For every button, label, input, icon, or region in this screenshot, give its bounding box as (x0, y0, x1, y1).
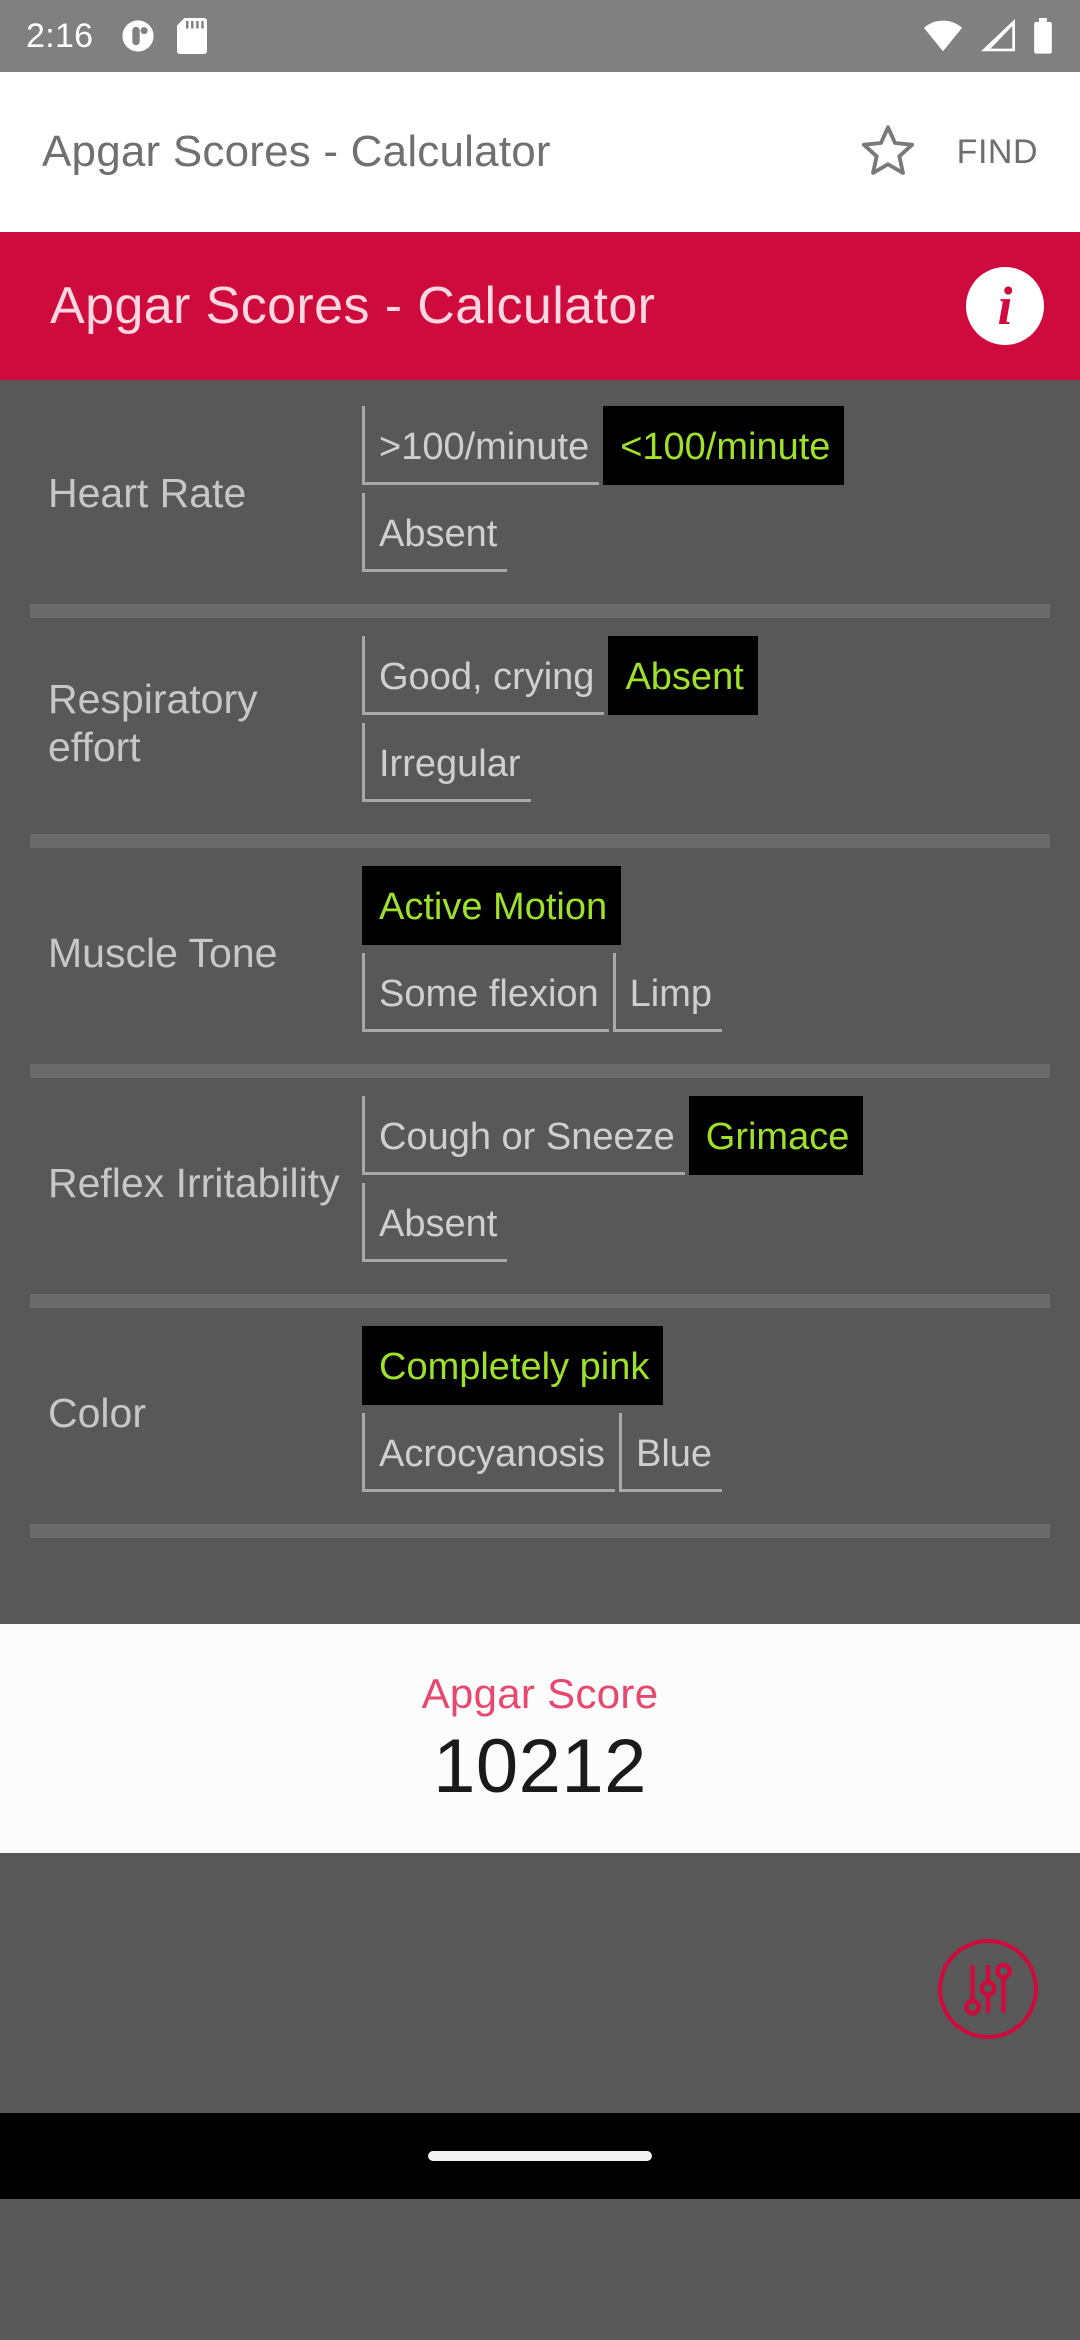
row-divider-wrap (0, 1510, 1080, 1538)
row-divider-wrap (0, 590, 1080, 618)
result-panel: Apgar Score 10212 (0, 1624, 1080, 1854)
option-button[interactable]: Acrocyanosis (362, 1413, 615, 1492)
option-button-selected[interactable]: <100/minute (603, 406, 845, 485)
info-icon[interactable]: i (966, 267, 1044, 345)
wifi-icon (923, 20, 963, 52)
option-button-selected[interactable]: Grimace (688, 1096, 864, 1175)
parameter-options: Good, crying Absent Irregular (362, 636, 1080, 810)
row-divider (30, 1064, 1050, 1078)
calculator-header: Apgar Scores - Calculator i (0, 232, 1080, 380)
option-button-selected[interactable]: Absent (608, 636, 758, 715)
row-divider-wrap (0, 1050, 1080, 1078)
parameter-row: Muscle Tone Active Motion Some flexion Limp (0, 848, 1080, 1050)
option-button[interactable]: Limp (612, 953, 723, 1032)
battery-icon (1034, 18, 1052, 54)
row-divider-wrap (0, 1280, 1080, 1308)
option-button[interactable]: Absent (362, 493, 508, 572)
app-bar-actions: FIND (859, 121, 1038, 184)
parameter-options: >100/minute <100/minute Absent (362, 406, 1080, 580)
option-button[interactable]: Absent (362, 1183, 508, 1262)
calculator-title: Apgar Scores - Calculator (50, 277, 656, 335)
parameter-row: Reflex Irritability Cough or Sneeze Grimac… (0, 1078, 1080, 1280)
parameter-label: Heart Rate (48, 469, 247, 516)
option-button[interactable]: Cough or Sneeze (362, 1096, 685, 1175)
status-notification-icons (121, 18, 208, 54)
option-button[interactable]: Irregular (362, 723, 531, 802)
notification-icon (122, 20, 154, 52)
row-divider (30, 1294, 1050, 1308)
sd-card-icon (177, 18, 208, 54)
option-button[interactable]: Good, crying (362, 636, 605, 715)
parameter-options: Completely pink Acrocyanosis Blue (362, 1326, 1080, 1500)
system-navigation-bar (0, 2113, 1080, 2200)
parameter-row: Heart Rate >100/minute <100/minute Absent (0, 388, 1080, 590)
form-bottom-spacer (0, 1538, 1080, 1624)
page-title: Apgar Scores - Calculator (42, 127, 551, 176)
parameter-options: Active Motion Some flexion Limp (362, 866, 1080, 1040)
parameter-row: Respiratory effort Good, crying Absent Irre… (0, 618, 1080, 820)
sliders-tuner-icon (964, 1962, 1012, 2016)
app-bar: Apgar Scores - Calculator FIND (0, 72, 1080, 232)
status-clock: 2:16 (26, 17, 94, 55)
row-divider (30, 1524, 1050, 1538)
footer-area (0, 1853, 1080, 2114)
parameter-label: Color (48, 1389, 146, 1436)
option-button[interactable]: Blue (618, 1413, 723, 1492)
option-button-selected[interactable]: Completely pink (362, 1326, 664, 1405)
row-divider-wrap (0, 820, 1080, 848)
star-outline-icon (861, 124, 914, 175)
option-button-selected[interactable]: Active Motion (362, 866, 622, 945)
result-value: 10212 (433, 1724, 647, 1809)
option-button[interactable]: Some flexion (362, 953, 609, 1032)
favorite-star-button[interactable] (859, 121, 917, 184)
app-screen: 2:16 Apgar Scores - Calculator FIND Apga… (0, 0, 1080, 2340)
cellular-signal-icon (981, 19, 1015, 52)
parameter-label: Respiratory effort (48, 675, 258, 770)
result-label: Apgar Score (421, 1670, 659, 1717)
row-divider (30, 834, 1050, 848)
option-button[interactable]: >100/minute (362, 406, 600, 485)
parameter-label: Muscle Tone (48, 929, 278, 976)
gesture-home-pill[interactable] (428, 2151, 652, 2162)
parameter-row: Color Completely pink Acrocyanosis Blue (0, 1308, 1080, 1510)
status-bar: 2:16 (0, 0, 1080, 72)
parameter-label: Reflex Irritability (48, 1159, 340, 1206)
parameter-options: Cough or Sneeze Grimace Absent (362, 1096, 1080, 1270)
find-button[interactable]: FIND (957, 133, 1038, 172)
parameters-list: Heart Rate >100/minute <100/minute Absent Re… (0, 380, 1080, 1538)
row-divider (30, 604, 1050, 618)
status-system-icons (922, 18, 1054, 54)
settings-fab-button[interactable] (938, 1939, 1038, 2040)
